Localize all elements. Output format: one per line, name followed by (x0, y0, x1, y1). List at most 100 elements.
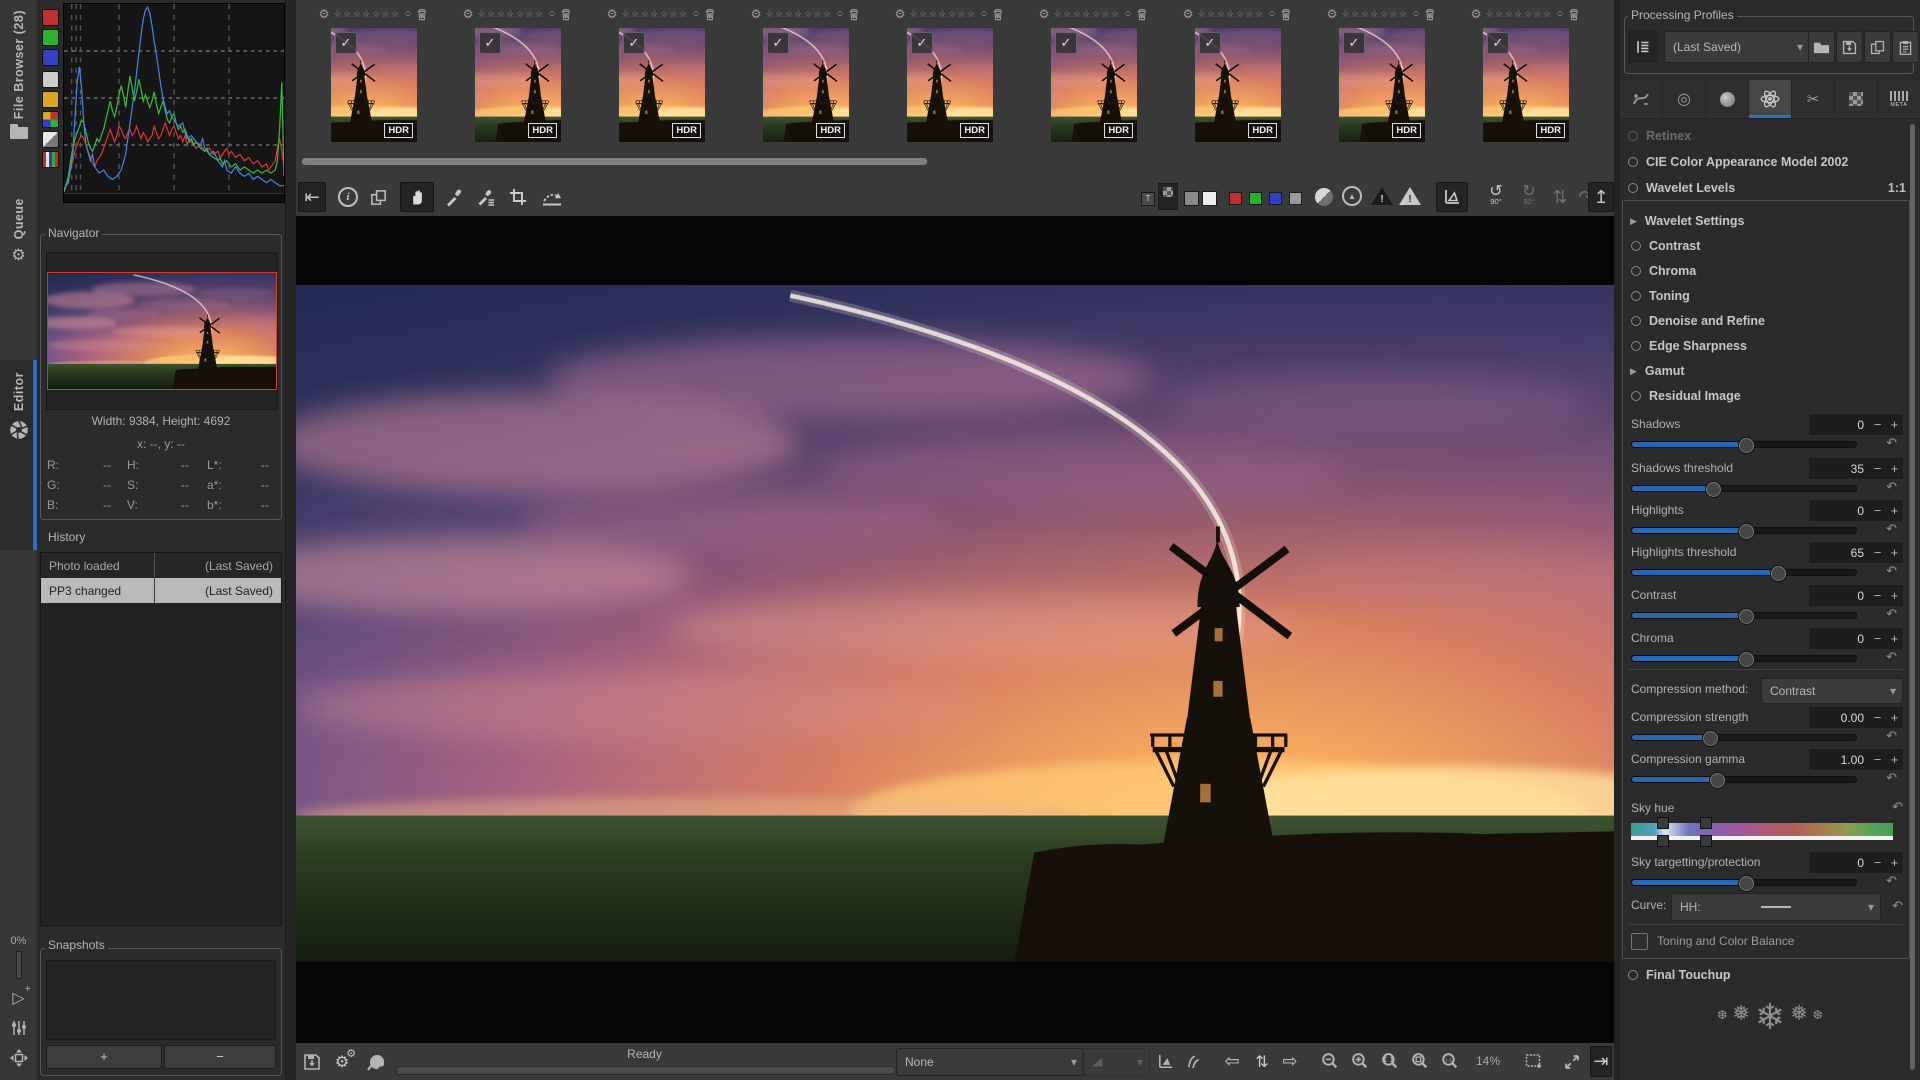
soft-proof-gamut-button[interactable] (1152, 1048, 1178, 1075)
power-icon[interactable] (1628, 970, 1638, 980)
slider-knob[interactable] (1738, 437, 1755, 454)
section-denoise[interactable]: Denoise and Refine (1627, 309, 1895, 333)
tab-queue[interactable]: Queue ⚙ (0, 198, 37, 265)
slider-value[interactable]: 35 (1809, 462, 1869, 476)
thumb-trash-icon[interactable] (991, 7, 1005, 21)
thumb-rating-stars[interactable]: ☆☆☆☆☆☆☆ (622, 9, 689, 20)
zoom-fit-crop-button[interactable] (1406, 1048, 1433, 1075)
tab-file-browser[interactable]: File Browser (28) (0, 10, 37, 139)
increment-button[interactable]: + (1886, 752, 1903, 767)
thumb-checkbox[interactable]: ✓ (335, 32, 357, 54)
power-icon[interactable] (1631, 316, 1641, 326)
expander-icon[interactable]: ▶ (1630, 366, 1637, 377)
increment-button[interactable]: + (1886, 461, 1903, 476)
thumb-trash-icon[interactable] (703, 7, 717, 21)
reset-icon[interactable]: ↶ (1892, 898, 1903, 914)
filmstrip-thumbnail[interactable]: ⚙ ☆☆☆☆☆☆☆ ○ ✓ HDR (1598, 4, 1614, 154)
zoom-in-button[interactable] (1346, 1048, 1373, 1075)
tool-wavelet-levels[interactable]: Wavelet Levels1:1 (1624, 176, 1906, 200)
decrement-button[interactable]: − (1869, 631, 1886, 646)
thumb-checkbox[interactable]: ✓ (1343, 32, 1365, 54)
profile-fill-mode-button[interactable] (1628, 30, 1658, 63)
sort-toggle-button[interactable]: ⇅ (1248, 1048, 1276, 1075)
reset-icon[interactable]: ↶ (1886, 479, 1897, 495)
power-icon[interactable] (1628, 157, 1638, 167)
filmstrip-thumbnail[interactable]: ⚙ ☆☆☆☆☆☆☆ ○ ✓ HDR (1166, 4, 1310, 154)
bg-color-white-button[interactable] (1202, 191, 1217, 206)
thumb-trash-icon[interactable] (415, 7, 429, 21)
gamut-check-button[interactable] (1180, 1048, 1206, 1075)
thumb-color-label-icon[interactable]: ○ (693, 8, 700, 20)
thumb-rating-stars[interactable]: ☆☆☆☆☆☆☆ (1486, 9, 1553, 20)
thumb-rating-stars[interactable]: ☆☆☆☆☆☆☆ (910, 9, 977, 20)
power-icon[interactable] (1631, 291, 1641, 301)
reset-icon[interactable]: ↶ (1886, 521, 1897, 537)
flip-vertical-button[interactable]: ⇅ (1546, 182, 1574, 212)
increment-button[interactable]: + (1886, 855, 1903, 870)
thumb-trash-icon[interactable] (1135, 7, 1149, 21)
section-wavelet-settings[interactable]: ▶Wavelet Settings (1627, 209, 1895, 233)
filmstrip-thumbnail[interactable]: ⚙ ☆☆☆☆☆☆☆ ○ ✓ HDR (1310, 4, 1454, 154)
shadow-clipping-button[interactable]: ! (1371, 187, 1393, 205)
thumb-image[interactable]: ✓ HDR (1051, 28, 1137, 142)
slider-value[interactable]: 65 (1809, 546, 1869, 560)
main-photo[interactable] (296, 285, 1614, 962)
increment-button[interactable]: + (1886, 588, 1903, 603)
section-contrast[interactable]: Contrast (1627, 234, 1895, 258)
thumb-profile-gear-icon[interactable]: ⚙ (1039, 7, 1050, 21)
filmstrip-thumbnail[interactable]: ⚙ ☆☆☆☆☆☆☆ ○ ✓ HDR (590, 4, 734, 154)
histogram-red-button[interactable] (42, 9, 59, 26)
histogram-chromaticity-button[interactable] (42, 91, 59, 108)
thumb-profile-gear-icon[interactable]: ⚙ (1183, 7, 1194, 21)
snapshot-add-button[interactable]: + (46, 1045, 162, 1069)
thumb-profile-gear-icon[interactable]: ⚙ (895, 7, 906, 21)
focus-mask-button[interactable] (1315, 188, 1333, 206)
toning-checkbox-row[interactable]: Toning and Color Balance (1631, 931, 1794, 951)
thumb-color-label-icon[interactable]: ○ (981, 8, 988, 20)
sharpening-contrast-mask-button[interactable]: ▲ (1342, 186, 1362, 206)
bg-color-gray-button[interactable] (1184, 191, 1199, 206)
add-detail-window-button[interactable] (1518, 1048, 1550, 1075)
reset-icon[interactable]: ↶ (1886, 435, 1897, 451)
hue-handle-top-1[interactable] (1657, 817, 1669, 829)
thumb-image[interactable]: ✓ HDR (907, 28, 993, 142)
zoom-out-button[interactable] (1316, 1048, 1343, 1075)
histogram-blue-button[interactable] (42, 49, 59, 66)
slider-value[interactable]: 0 (1809, 632, 1869, 646)
tab-editor[interactable]: Editor (0, 372, 37, 441)
decrement-button[interactable]: − (1869, 417, 1886, 432)
increment-button[interactable]: + (1886, 631, 1903, 646)
decrement-button[interactable]: − (1869, 752, 1886, 767)
thumb-checkbox[interactable]: ✓ (911, 32, 933, 54)
histogram-bar-mode-button[interactable] (42, 151, 59, 168)
thumb-checkbox[interactable]: ✓ (1199, 32, 1221, 54)
thumb-trash-icon[interactable] (1567, 7, 1581, 21)
navigator-preview[interactable] (47, 272, 277, 390)
increment-button[interactable]: + (1886, 545, 1903, 560)
thumb-image[interactable]: ✓ HDR (1339, 28, 1425, 142)
filmstrip-thumbnail[interactable]: ⚙ ☆☆☆☆☆☆☆ ○ ✓ HDR (1454, 4, 1598, 154)
right-panel-scrollbar[interactable] (1910, 124, 1915, 1070)
history-list[interactable]: Photo loaded(Last Saved) PP3 changed(Las… (40, 552, 282, 926)
reset-icon[interactable]: ↶ (1886, 563, 1897, 579)
history-item-selected[interactable]: PP3 changed(Last Saved) (41, 578, 281, 603)
highlight-clipping-button[interactable]: ! (1399, 187, 1421, 205)
zoom-fit-button[interactable] (1376, 1048, 1403, 1075)
thumb-trash-icon[interactable] (1279, 7, 1293, 21)
expand-button[interactable] (0, 1048, 37, 1068)
reset-icon[interactable]: ↶ (1886, 728, 1897, 744)
thumb-trash-icon[interactable] (1423, 7, 1437, 21)
slider-track[interactable] (1631, 485, 1857, 492)
section-residual-image[interactable]: Residual Image (1627, 384, 1895, 408)
histogram-green-button[interactable] (42, 29, 59, 46)
hue-handle-bottom-1[interactable] (1657, 835, 1669, 847)
compression-method-dropdown[interactable]: Contrast▾ (1761, 678, 1903, 704)
thumb-color-label-icon[interactable]: ○ (837, 8, 844, 20)
tab-detail[interactable]: ◎ (1663, 80, 1706, 118)
filmstrip-thumbnail[interactable]: ⚙ ☆☆☆☆☆☆☆ ○ ✓ HDR (446, 4, 590, 154)
thumb-profile-gear-icon[interactable]: ⚙ (463, 7, 474, 21)
section-gamut[interactable]: ▶Gamut (1627, 359, 1895, 383)
slider-value[interactable]: 0.00 (1809, 711, 1869, 725)
section-edge-sharpness[interactable]: Edge Sharpness (1627, 334, 1895, 358)
mixer-button[interactable] (0, 1018, 37, 1038)
